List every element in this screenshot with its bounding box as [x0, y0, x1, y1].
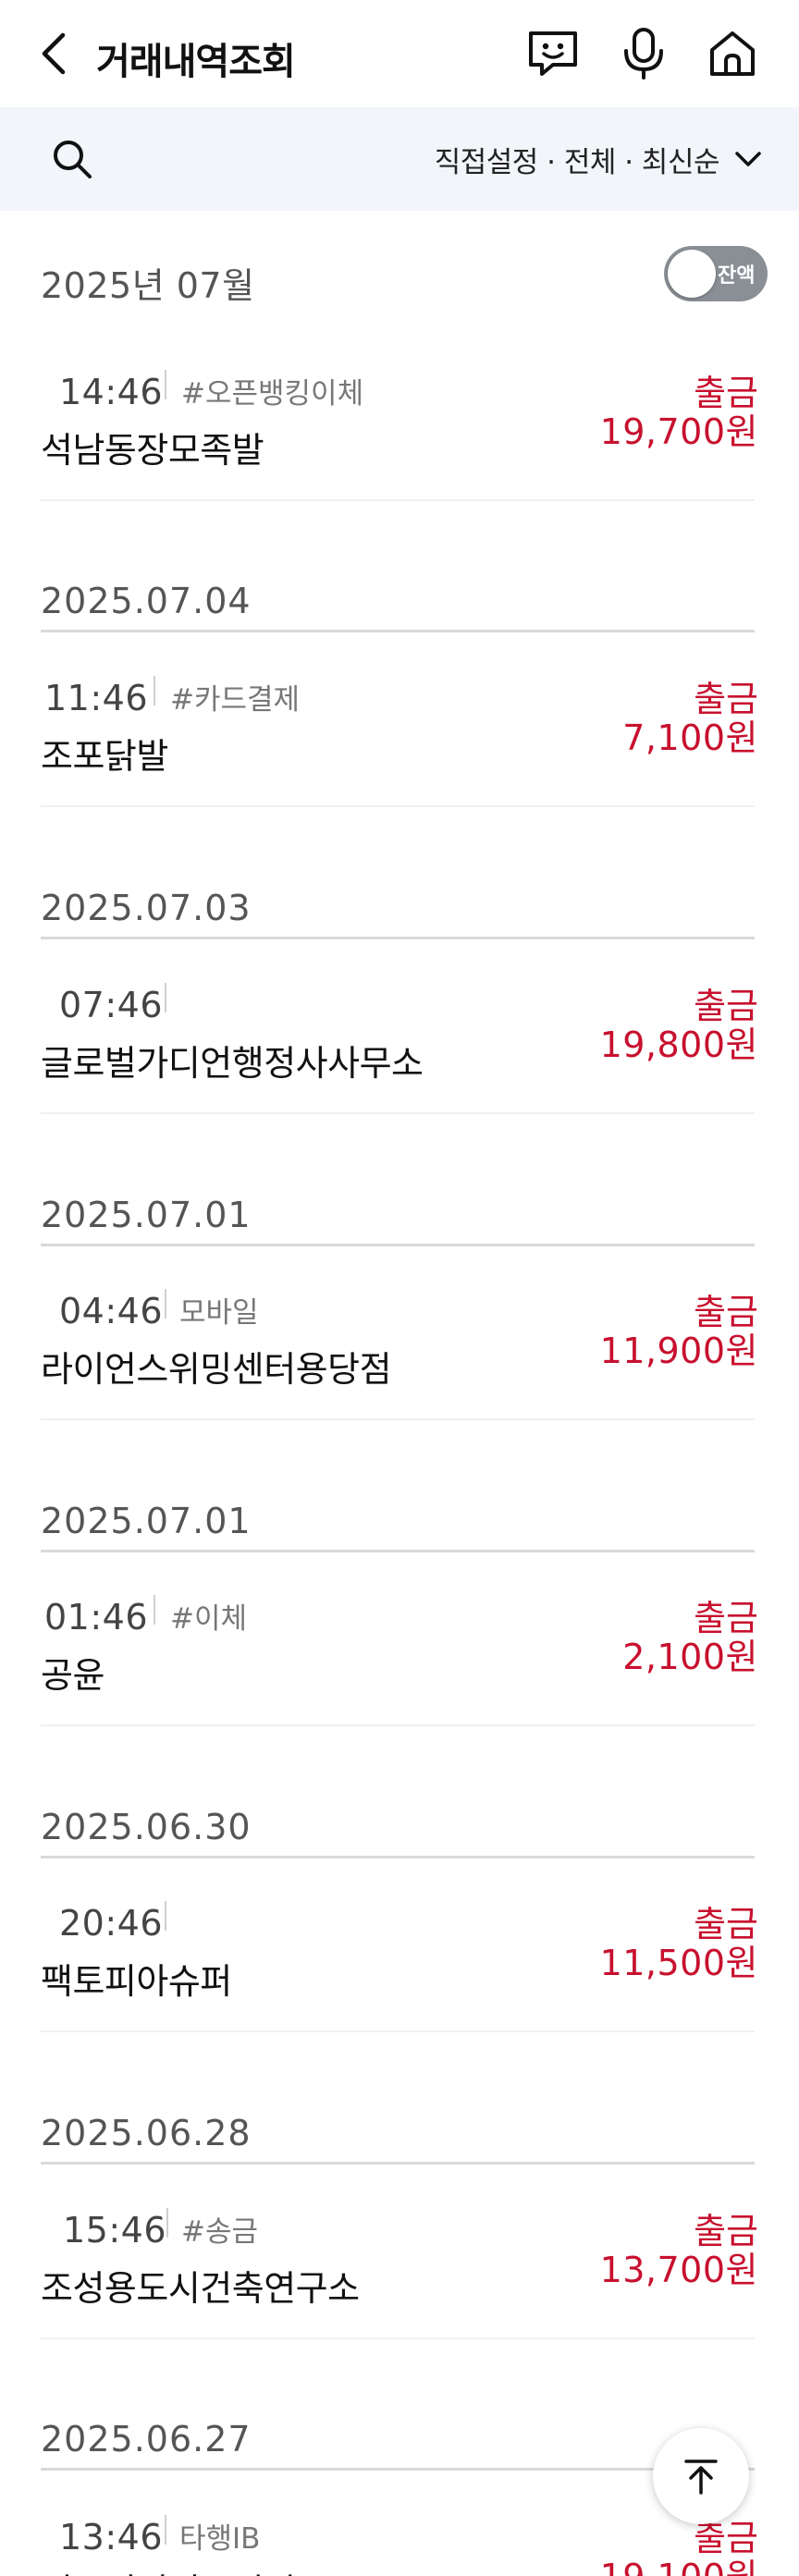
date-divider: [41, 1550, 755, 1552]
tx-name: 석남동장모족발: [41, 430, 264, 471]
row-divider: [41, 1112, 755, 1114]
tx-amount: 11,900원: [599, 1331, 758, 1371]
tx-tag: 타행IB: [179, 2522, 261, 2556]
arrow-up-icon: [684, 2459, 718, 2495]
row-divider: [41, 2030, 755, 2032]
row-divider: [41, 1724, 755, 1726]
home-icon: [710, 31, 755, 76]
tx-name: 라이언스위밍센터용당점: [41, 1349, 392, 1390]
row-divider: [41, 2337, 755, 2339]
balance-toggle-label: 잔액: [718, 264, 756, 288]
tx-time: 14:46: [59, 372, 164, 412]
tx-name: 조포닭발: [41, 736, 168, 777]
tx-separator: [165, 2515, 166, 2545]
date-divider: [41, 1244, 755, 1246]
date-header: 2025.07.01: [41, 1501, 252, 1541]
row-divider: [41, 499, 755, 501]
chevron-down-icon: [735, 152, 761, 166]
tx-separator: [165, 370, 166, 399]
row-divider: [41, 1418, 755, 1420]
tx-tag: #송금: [181, 2215, 259, 2249]
tx-tag: #오픈뱅킹이체: [181, 377, 364, 411]
date-divider: [41, 2468, 755, 2471]
date-header: 2025.07.01: [41, 1195, 252, 1235]
chatbot-button[interactable]: [525, 26, 581, 81]
tx-tag: 모바일: [179, 1296, 259, 1330]
tx-time: 07:46: [59, 985, 164, 1025]
tx-name: 린코디지털프린팅: [41, 2563, 296, 2576]
tx-time: 13:46: [59, 2517, 164, 2558]
chatbot-icon: [529, 31, 577, 76]
microphone-icon: [624, 28, 663, 80]
voice-button[interactable]: [616, 26, 671, 81]
back-arrow-icon: [42, 32, 66, 75]
scroll-to-top-button[interactable]: [653, 2428, 749, 2524]
balance-toggle[interactable]: 잔액: [664, 246, 768, 301]
page-title: 거래내역조회: [96, 41, 296, 83]
tx-separator: [154, 1595, 155, 1625]
tx-amount: 13,700원: [599, 2250, 758, 2290]
tx-separator: [166, 2208, 168, 2238]
tx-time: 11:46: [44, 678, 149, 718]
tx-separator: [165, 983, 166, 1012]
date-header: 2025.07.03: [41, 888, 252, 928]
tx-separator: [165, 1901, 166, 1931]
filter-bar: 직접설정 · 전체 · 최신순: [0, 107, 799, 211]
toggle-knob: [668, 250, 716, 298]
tx-time: 20:46: [59, 1903, 164, 1944]
date-divider: [41, 2162, 755, 2165]
app-bar: 거래내역조회: [0, 0, 799, 107]
row-divider: [41, 805, 755, 807]
tx-name: 조성용도시건축연구소: [41, 2268, 360, 2309]
tx-separator: [154, 676, 155, 705]
back-button[interactable]: [37, 28, 78, 80]
month-label: 2025년 07월: [41, 265, 255, 306]
tx-name: 공윤: [41, 1655, 104, 1696]
tx-amount: 11,500원: [599, 1943, 758, 1983]
tx-name: 팩토피아슈퍼: [41, 1961, 232, 2002]
home-button[interactable]: [705, 26, 760, 81]
tx-time: 04:46: [59, 1291, 164, 1331]
tx-name: 글로벌가디언행정사사무소: [41, 1043, 424, 1084]
tx-amount: 2,100원: [622, 1637, 758, 1677]
tx-amount: 19,700원: [599, 411, 758, 452]
tx-separator: [165, 1289, 166, 1319]
tx-time: 01:46: [44, 1597, 149, 1638]
tx-tag: #이체: [170, 1602, 248, 1636]
transaction-history-screen: 거래내역조회 직접설정 · 전체 · 최신순 2025년 07월 잔액 14:4…: [0, 0, 799, 2576]
date-divider: [41, 937, 755, 939]
search-icon: [54, 141, 92, 178]
filter-summary: 직접설정 · 전체 · 최신순: [434, 145, 720, 179]
date-divider: [41, 1856, 755, 1858]
tx-amount: 7,100원: [622, 718, 758, 758]
date-header: 2025.06.30: [41, 1807, 252, 1847]
date-header: 2025.07.04: [41, 581, 252, 621]
date-divider: [41, 630, 755, 632]
search-button[interactable]: [46, 133, 98, 185]
date-header: 2025.06.27: [41, 2419, 252, 2459]
filter-options-button[interactable]: 직접설정 · 전체 · 최신순: [435, 131, 762, 187]
date-header: 2025.06.28: [41, 2113, 252, 2153]
tx-amount: 19,100원: [600, 2548, 758, 2576]
tx-time: 15:46: [63, 2210, 167, 2251]
tx-tag: #카드결제: [170, 683, 301, 717]
tx-amount: 19,800원: [599, 1024, 758, 1065]
